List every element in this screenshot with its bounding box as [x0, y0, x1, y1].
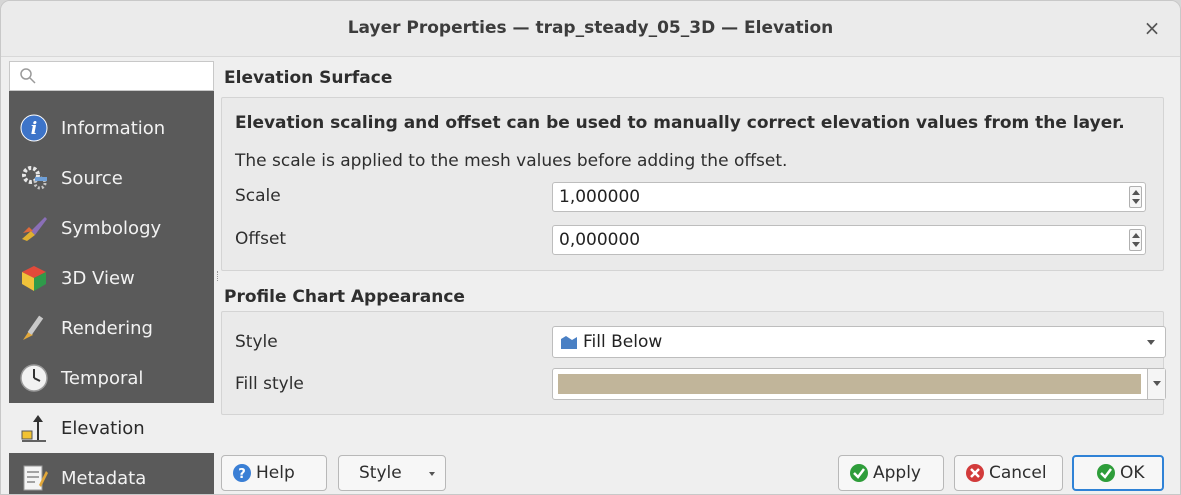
scale-stepper[interactable] — [1129, 186, 1142, 208]
sidebar-item-rendering[interactable]: Rendering — [9, 303, 214, 353]
sidebar-item-label: Symbology — [61, 217, 162, 239]
apply-label: Apply — [873, 463, 921, 483]
ok-label: OK — [1120, 463, 1145, 483]
sidebar-item-label: Metadata — [61, 467, 147, 489]
fill-color-swatch[interactable] — [558, 374, 1141, 394]
layer-properties-window: Layer Properties — trap_steady_05_3D — E… — [0, 0, 1181, 495]
ok-icon — [1096, 463, 1116, 483]
elevation-headline: Elevation scaling and offset can be used… — [235, 113, 1125, 133]
sidebar-nav: i Information Source Symbology 3D View R… — [9, 103, 214, 494]
sidebar-item-label: Information — [61, 117, 166, 139]
chevron-down-icon — [1153, 381, 1161, 386]
offset-value: 0,000000 — [559, 230, 641, 250]
3d-view-icon — [18, 262, 50, 294]
elevation-surface-group: Elevation scaling and offset can be used… — [221, 97, 1164, 271]
sidebar-item-label: Temporal — [61, 367, 144, 389]
close-button[interactable]: × — [1140, 17, 1164, 41]
cancel-label: Cancel — [989, 463, 1047, 483]
chevron-down-icon — [1147, 340, 1155, 345]
cancel-icon — [965, 463, 985, 483]
information-icon: i — [18, 112, 50, 144]
fill-style-label: Fill style — [235, 374, 304, 394]
svg-text:i: i — [31, 119, 37, 139]
elevation-surface-title: Elevation Surface — [224, 68, 393, 88]
profile-chart-title: Profile Chart Appearance — [224, 287, 465, 307]
symbology-icon — [18, 212, 50, 244]
style-menu-button[interactable]: Style — [338, 455, 446, 491]
step-up-icon — [1132, 190, 1140, 195]
scale-value: 1,000000 — [559, 187, 641, 207]
scale-spinbox[interactable]: 1,000000 — [552, 182, 1146, 212]
sidebar-item-metadata[interactable]: Metadata — [9, 453, 214, 494]
style-select[interactable]: Fill Below — [552, 326, 1166, 358]
step-down-icon — [1132, 199, 1140, 204]
temporal-icon — [18, 362, 50, 394]
profile-chart-group: Style Fill Below Fill style — [221, 311, 1166, 415]
metadata-icon — [18, 462, 50, 494]
sidebar-item-label: Source — [61, 167, 123, 189]
search-input[interactable] — [9, 61, 214, 91]
help-label: Help — [256, 463, 295, 483]
step-up-icon — [1132, 233, 1140, 238]
offset-stepper[interactable] — [1129, 229, 1142, 251]
sidebar: i Information Source Symbology 3D View R… — [9, 61, 214, 494]
style-label: Style — [235, 332, 278, 352]
scale-label: Scale — [235, 186, 281, 206]
cancel-button[interactable]: Cancel — [954, 455, 1063, 491]
sidebar-item-information[interactable]: i Information — [9, 103, 214, 153]
elevation-icon — [18, 412, 50, 444]
sidebar-item-label: 3D View — [61, 267, 135, 289]
help-button[interactable]: ? Help — [221, 455, 327, 491]
style-value: Fill Below — [583, 332, 663, 352]
apply-icon — [849, 463, 869, 483]
step-down-icon — [1132, 242, 1140, 247]
style-button-label: Style — [359, 463, 402, 483]
offset-label: Offset — [235, 229, 287, 249]
apply-button[interactable]: Apply — [838, 455, 944, 491]
rendering-icon — [18, 312, 50, 344]
sidebar-item-label: Elevation — [61, 417, 145, 439]
splitter-handle[interactable] — [217, 271, 220, 281]
help-icon: ? — [232, 463, 252, 483]
sidebar-item-temporal[interactable]: Temporal — [9, 353, 214, 403]
sidebar-item-label: Rendering — [61, 317, 153, 339]
title-bar: Layer Properties — trap_steady_05_3D — E… — [1, 1, 1180, 57]
sidebar-item-symbology[interactable]: Symbology — [9, 203, 214, 253]
elevation-panel: Elevation Surface Elevation scaling and … — [221, 61, 1176, 441]
sidebar-item-source[interactable]: Source — [9, 153, 214, 203]
svg-text:?: ? — [238, 467, 246, 482]
search-icon — [20, 68, 36, 84]
offset-spinbox[interactable]: 0,000000 — [552, 225, 1146, 255]
fill-style-button[interactable] — [552, 368, 1166, 400]
window-title: Layer Properties — trap_steady_05_3D — E… — [347, 18, 834, 38]
sidebar-item-3d-view[interactable]: 3D View — [9, 253, 214, 303]
fill-style-dropdown[interactable] — [1147, 369, 1165, 399]
ok-button[interactable]: OK — [1072, 455, 1164, 491]
source-icon — [18, 162, 50, 194]
sidebar-item-elevation[interactable]: Elevation — [9, 403, 214, 453]
elevation-description: The scale is applied to the mesh values … — [235, 151, 788, 171]
fill-below-icon — [561, 336, 577, 349]
chevron-down-icon — [429, 472, 435, 476]
